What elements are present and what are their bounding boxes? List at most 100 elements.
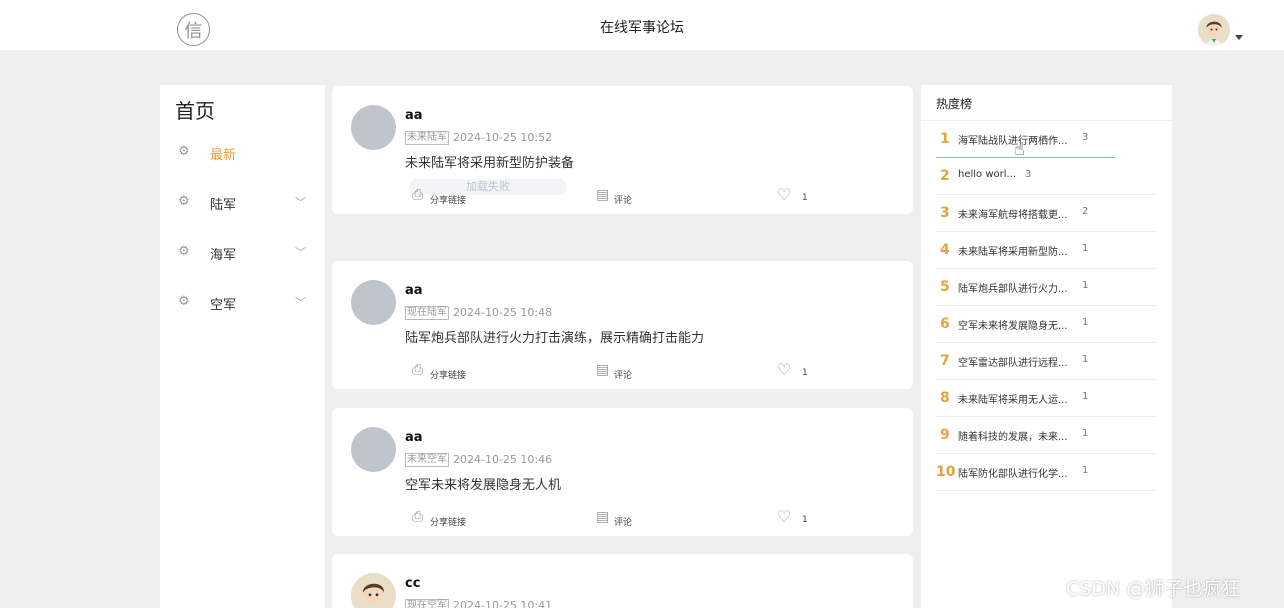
nav-item-latest[interactable]: ⚙ 最新 <box>160 138 325 168</box>
hot-rank: 8 <box>940 390 950 406</box>
comment-icon: ▤ <box>596 509 610 525</box>
nav-item-label: 最新 <box>210 148 237 163</box>
hot-title[interactable]: 海军陆战队进行两栖作... <box>958 132 1068 147</box>
post-time: 2024-10-25 10:46 <box>453 453 553 466</box>
chevron-down-icon: ﹀ <box>295 196 306 209</box>
hot-title[interactable]: 陆军炮兵部队进行火力... <box>958 280 1068 295</box>
author-avatar[interactable] <box>351 105 396 150</box>
author-avatar[interactable] <box>351 427 396 472</box>
hot-count: 3 <box>1082 132 1089 143</box>
site-title: 在线军事论坛 <box>600 20 684 36</box>
comment-label: 评论 <box>614 371 633 381</box>
hand-cursor-icon: ☝ <box>1014 139 1025 160</box>
hot-item[interactable]: 4 未来陆军将采用新型防... 1 <box>936 232 1156 269</box>
hot-list: 热度榜 1 海军陆战队进行两栖作... 3 2 hello worl... 3 … <box>921 85 1172 608</box>
hot-title[interactable]: 未来陆军将采用无人运... <box>958 391 1068 406</box>
nav-title: 首页 <box>175 99 215 123</box>
comment-label: 评论 <box>614 196 633 206</box>
like-count: 1 <box>802 193 808 203</box>
hot-rank: 6 <box>940 316 950 332</box>
nav-item-air-force[interactable]: ⚙ 空军 ﹀ <box>160 288 325 318</box>
gear-icon: ⚙ <box>178 244 190 259</box>
post-actions: ⎙ 分享链接 ▤ 评论 ♡ 1 <box>332 507 913 529</box>
share-icon: ⎙ <box>412 187 424 203</box>
gear-icon: ⚙ <box>178 194 190 209</box>
nav-item-navy[interactable]: ⚙ 海军 ﹀ <box>160 238 325 268</box>
author-avatar-image <box>351 573 396 608</box>
hot-rank: 1 <box>940 131 950 147</box>
hot-item[interactable]: 5 陆军炮兵部队进行火力... 1 <box>936 269 1156 306</box>
hot-count: 1 <box>1082 465 1089 476</box>
nav-item-label: 空军 <box>210 298 237 313</box>
hot-count: 2 <box>1082 206 1089 217</box>
hot-title[interactable]: 陆军防化部队进行化学... <box>958 465 1068 480</box>
comment-icon: ▤ <box>596 187 610 203</box>
hot-count: 1 <box>1082 391 1089 402</box>
hot-item[interactable]: 6 空军未来将发展隐身无... 1 <box>936 306 1156 343</box>
hot-item[interactable]: 9 随着科技的发展，未来... 1 <box>936 417 1156 454</box>
hot-item[interactable]: 2 hello worl... 3 <box>936 158 1156 195</box>
post-tag: 现在陆军 <box>405 306 449 320</box>
gear-icon: ⚙ <box>178 144 190 159</box>
hot-count: 1 <box>1082 280 1089 291</box>
hot-rank: 5 <box>940 279 950 295</box>
post-time: 2024-10-25 10:52 <box>453 131 553 144</box>
user-avatar[interactable] <box>1198 14 1230 46</box>
heart-icon: ♡ <box>777 507 792 526</box>
hot-rank: 7 <box>940 353 950 369</box>
hot-title[interactable]: 空军未来将发展隐身无... <box>958 317 1068 332</box>
left-nav: 首页 ⚙ 最新 ⚙ 陆军 ﹀ ⚙ 海军 ﹀ ⚙ 空军 ﹀ <box>160 85 325 608</box>
post-author[interactable]: aa <box>405 108 423 123</box>
post-content[interactable]: 空军未来将发展隐身无人机 <box>405 474 561 493</box>
share-label: 分享链接 <box>430 371 467 381</box>
heart-icon: ♡ <box>777 360 792 379</box>
chevron-down-icon: ﹀ <box>295 296 306 309</box>
nav-item-label: 陆军 <box>210 198 237 213</box>
hot-rank: 10 <box>936 464 956 480</box>
hot-item[interactable]: 10 陆军防化部队进行化学... 1 <box>936 454 1156 491</box>
post-card[interactable]: cc 现在空军 2024-10-25 10:41 <box>332 554 913 608</box>
hot-rank: 3 <box>940 205 950 221</box>
post-card[interactable]: aa 未来空军 2024-10-25 10:46 空军未来将发展隐身无人机 ⎙ … <box>332 408 913 536</box>
post-author[interactable]: aa <box>405 430 423 445</box>
post-content[interactable]: 陆军炮兵部队进行火力打击演练，展示精确打击能力 <box>405 327 704 346</box>
post-card[interactable]: aa 现在陆军 2024-10-25 10:48 陆军炮兵部队进行火力打击演练，… <box>332 261 913 389</box>
gear-icon: ⚙ <box>178 294 190 309</box>
post-author[interactable]: cc <box>405 576 420 591</box>
nav-item-army[interactable]: ⚙ 陆军 ﹀ <box>160 188 325 218</box>
hot-title[interactable]: 空军雷达部队进行远程... <box>958 354 1068 369</box>
nav-item-label: 海军 <box>210 248 237 263</box>
post-author[interactable]: aa <box>405 283 423 298</box>
post-tag: 未来空军 <box>405 453 449 467</box>
share-label: 分享链接 <box>430 196 467 206</box>
hot-title[interactable]: 未来海军航母将搭载更... <box>958 206 1068 221</box>
hot-item[interactable]: 3 未来海军航母将搭载更... 2 <box>936 195 1156 232</box>
hot-list-title: 热度榜 <box>936 97 973 111</box>
hot-title[interactable]: hello worl... <box>958 169 1016 180</box>
share-icon: ⎙ <box>412 362 424 378</box>
hot-title[interactable]: 随着科技的发展，未来... <box>958 428 1068 443</box>
post-content[interactable]: 未来陆军将采用新型防护装备 <box>405 152 574 171</box>
post-time: 2024-10-25 10:48 <box>453 306 553 319</box>
like-count: 1 <box>802 515 808 525</box>
author-avatar[interactable] <box>351 280 396 325</box>
post-card[interactable]: aa 未来陆军 2024-10-25 10:52 未来陆军将采用新型防护装备 加… <box>332 86 913 214</box>
user-menu-caret-icon[interactable] <box>1235 35 1243 40</box>
hot-item[interactable]: 8 未来陆军将采用无人运... 1 <box>936 380 1156 417</box>
hot-count: 1 <box>1082 243 1089 254</box>
chevron-down-icon: ﹀ <box>295 246 306 259</box>
hot-count: 1 <box>1082 317 1089 328</box>
post-actions: ⎙ 分享链接 ▤ 评论 ♡ 1 <box>332 187 913 207</box>
post-time: 2024-10-25 10:41 <box>453 599 553 608</box>
hot-rank: 9 <box>940 427 950 443</box>
hot-title[interactable]: 未来陆军将采用新型防... <box>958 243 1068 258</box>
watermark: CSDN @狮子也疯狂 <box>1066 578 1241 600</box>
comment-label: 评论 <box>614 518 633 528</box>
author-avatar[interactable] <box>351 573 396 608</box>
post-tag: 未来陆军 <box>405 131 449 145</box>
hot-item[interactable]: 7 空军雷达部队进行远程... 1 <box>936 343 1156 380</box>
share-icon: ⎙ <box>412 509 424 525</box>
hot-rank: 4 <box>940 242 950 258</box>
hot-item[interactable]: 1 海军陆战队进行两栖作... 3 <box>936 121 1115 158</box>
post-actions: ⎙ 分享链接 ▤ 评论 ♡ 1 <box>332 360 913 382</box>
